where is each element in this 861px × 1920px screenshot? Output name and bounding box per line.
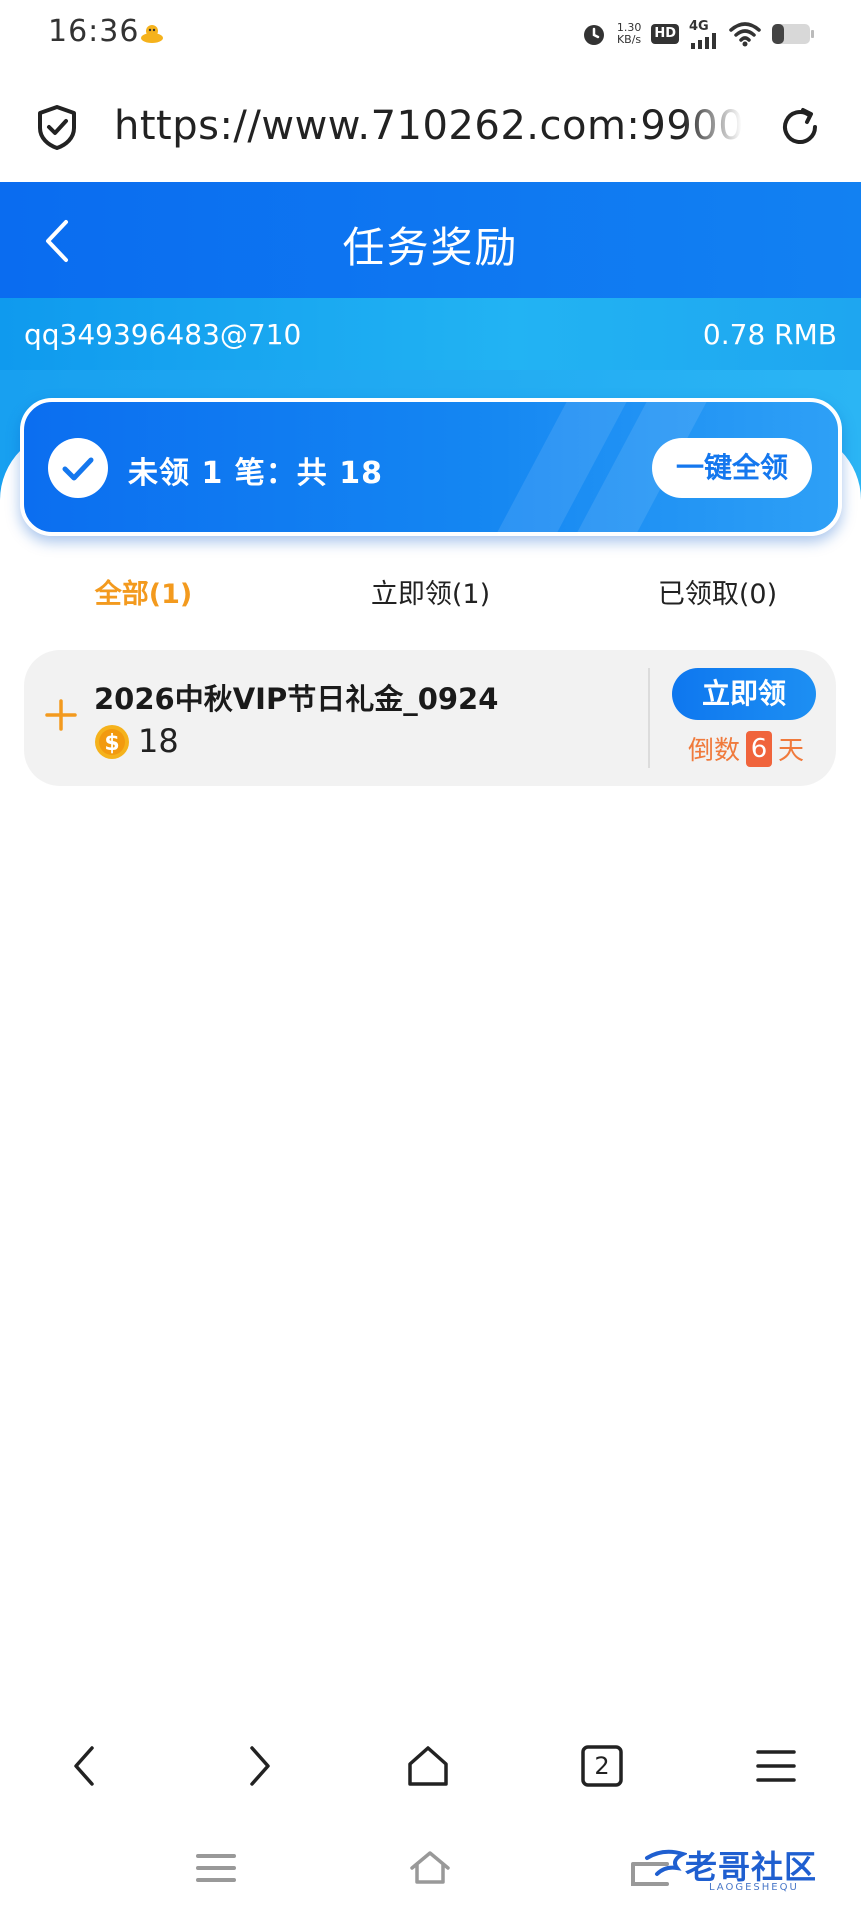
summary-card: 未领 1 笔：共 18 一键全领 [20, 398, 842, 536]
account-strip: qq349396483@710 0.78 RMB [0, 298, 861, 370]
url-address[interactable]: https://www.710262.com:9900/we [114, 100, 742, 152]
network-type: 4G [689, 18, 709, 34]
tab-count: 2 [594, 1752, 610, 1780]
watermark-logo: 老哥社区 LAOGESHEQU [627, 1838, 847, 1902]
speed-unit: KB/s [616, 33, 642, 46]
notification-icon [141, 25, 163, 43]
home-icon[interactable] [404, 1742, 452, 1790]
shield-check-icon[interactable] [36, 104, 78, 150]
browser-toolbar: 2 [0, 1700, 861, 1820]
app-header: 任务奖励 [0, 182, 861, 298]
back-icon[interactable] [62, 1742, 110, 1790]
account-balance: 0.78 RMB [702, 318, 837, 351]
refresh-icon[interactable] [777, 104, 823, 150]
recent-apps-icon[interactable] [194, 1848, 238, 1888]
status-time: 16:36 [48, 14, 140, 49]
status-bar: 16:36 1.30 KB/s HD 4G [0, 0, 861, 70]
claim-all-button[interactable]: 一键全领 [652, 438, 812, 498]
alarm-icon [583, 25, 604, 45]
countdown-days: 6 [746, 730, 772, 767]
hd-badge: HD [651, 24, 679, 44]
network-speed: 1.30 KB/s [617, 22, 642, 46]
signal-icon [691, 32, 716, 49]
task-title: 2026中秋VIP节日礼金_0924 [94, 682, 499, 716]
check-icon [62, 457, 94, 481]
claim-now-button[interactable]: 立即领 [672, 668, 816, 720]
check-circle [48, 438, 108, 498]
tabs-button[interactable]: 2 [578, 1742, 626, 1790]
countdown-suffix: 天 [778, 736, 805, 766]
summary-text: 未领 1 笔：共 18 [128, 456, 383, 491]
countdown-prefix: 倒数 [687, 736, 740, 766]
tab-all[interactable]: 全部(1) [0, 572, 287, 611]
url-fade [682, 100, 742, 152]
page-title: 任务奖励 [342, 223, 519, 272]
divider [648, 668, 650, 768]
system-nav-bar: 老哥社区 LAOGESHEQU [0, 1820, 861, 1920]
countdown: 倒数 6 天 [674, 730, 818, 767]
system-home-icon[interactable] [408, 1848, 452, 1888]
list-item: 2026中秋VIP节日礼金_0924 $ 18 立即领 倒数 6 天 [24, 650, 836, 786]
forward-icon[interactable] [234, 1742, 282, 1790]
browser-url-bar: https://www.710262.com:9900/we [0, 70, 861, 182]
filter-tabs: 全部(1) 立即领(1) 已领取(0) [0, 572, 861, 624]
account-name: qq349396483@710 [24, 318, 302, 351]
menu-icon[interactable] [752, 1742, 800, 1790]
coin-icon: $ [95, 725, 129, 759]
signal-group: 4G [689, 20, 719, 49]
tab-claimed[interactable]: 已领取(0) [574, 572, 861, 611]
task-amount: 18 [138, 722, 179, 760]
plus-icon[interactable] [44, 698, 78, 732]
tab-claim-now[interactable]: 立即领(1) [287, 572, 574, 611]
watermark-subtext: LAOGESHEQU [709, 1882, 799, 1893]
battery-icon [772, 24, 814, 44]
svg-text:$: $ [104, 731, 119, 756]
wifi-icon [729, 22, 761, 47]
status-icons: 1.30 KB/s HD 4G [581, 16, 815, 52]
dragon-logo-icon [631, 1849, 687, 1886]
